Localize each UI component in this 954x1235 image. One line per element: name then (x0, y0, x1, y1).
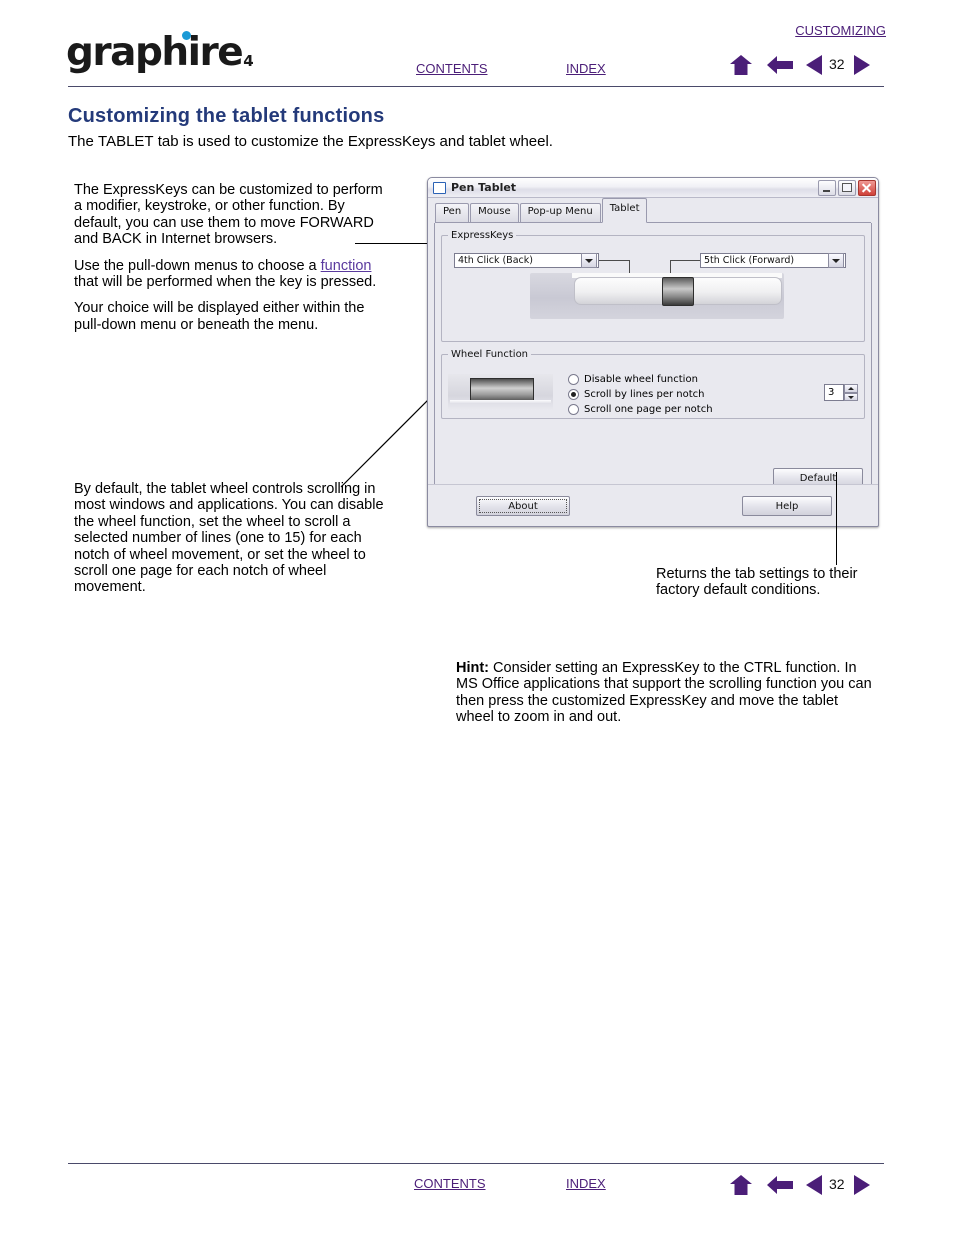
hint-label: Hint: (456, 660, 490, 676)
graphire-logo: graphire4 (66, 30, 254, 75)
next-page-icon[interactable] (854, 1175, 870, 1195)
callout-default-text: Returns the tab settings to their factor… (656, 566, 858, 599)
right-expresskey-dropdown[interactable]: 5th Click (Forward) (700, 253, 846, 268)
lines-per-notch-value[interactable]: 3 (824, 384, 844, 401)
smallcaps-ctrl: CTRL (743, 660, 782, 676)
expresskey-left-illustration (574, 277, 666, 305)
wheel-function-group: Wheel Function Disable wheel function Sc… (441, 349, 865, 419)
smallcaps-forward: FORWARD (299, 214, 374, 231)
expresskeys-legend: ExpressKeys (451, 230, 514, 241)
expresskeys-group: ExpressKeys 4th Click (Back) 5th Click (… (441, 230, 865, 342)
back-arrow-icon[interactable] (767, 55, 793, 75)
header-nav-cluster: 32 (730, 52, 880, 80)
footer-nav-cluster: 32 (730, 1172, 880, 1200)
dialog-title: Pen Tablet (451, 181, 517, 194)
left-expresskey-dropdown[interactable]: 4th Click (Back) (454, 253, 599, 268)
maximize-icon[interactable] (838, 179, 856, 196)
radio-scroll-page[interactable]: Scroll one page per notch (568, 404, 713, 415)
radio-disable-wheel[interactable]: Disable wheel function (568, 374, 698, 385)
home-icon[interactable] (730, 1175, 752, 1195)
wheel-function-legend: Wheel Function (451, 349, 529, 360)
tablet-tab-panel: ExpressKeys 4th Click (Back) 5th Click (… (434, 223, 872, 496)
tab-pen[interactable]: Pen (435, 203, 470, 222)
tab-tablet[interactable]: Tablet (601, 198, 648, 223)
logo-version: 4 (243, 52, 254, 70)
logo-wordmark: graphire (66, 30, 244, 75)
wheel-preview-lip (450, 400, 551, 404)
callout-expresskeys-p3: Your choice will be displayed either wit… (74, 300, 365, 333)
function-link[interactable]: function (321, 258, 372, 274)
connector-right-horizontal (670, 260, 700, 261)
page-subtitle: The TABLET tab is used to customize the … (68, 133, 553, 150)
footer-contents-link[interactable]: CONTENTS (414, 1176, 486, 1191)
header-divider (68, 86, 884, 87)
dialog-footer: About Help (428, 484, 878, 525)
footer-index-link[interactable]: INDEX (566, 1176, 606, 1191)
callout-default-button: Returns the tab settings to their factor… (656, 566, 896, 599)
stepper-down-icon[interactable] (844, 392, 858, 401)
previous-page-icon[interactable] (806, 55, 822, 75)
home-icon[interactable] (730, 55, 752, 75)
leader-line-default (836, 472, 837, 565)
tab-popup-menu[interactable]: Pop-up Menu (519, 203, 601, 222)
expresskey-right-illustration (690, 277, 782, 305)
chevron-down-icon[interactable] (581, 253, 597, 268)
callout-expresskeys: The ExpressKeys can be customized to per… (74, 182, 394, 333)
tab-mouse[interactable]: Mouse (470, 203, 519, 222)
connector-left-horizontal (599, 260, 630, 261)
lines-per-notch-stepper[interactable]: 3 (824, 384, 858, 401)
back-arrow-icon[interactable] (767, 1175, 793, 1195)
hint-block: Hint: Consider setting an ExpressKey to … (456, 660, 876, 726)
minimize-icon[interactable] (818, 179, 836, 196)
hint-text: Hint: Consider setting an ExpressKey to … (456, 660, 872, 726)
callout-wheel-text: By default, the tablet wheel controls sc… (74, 481, 384, 596)
callout-wheel: By default, the tablet wheel controls sc… (74, 481, 394, 596)
close-icon[interactable] (858, 179, 876, 196)
pen-tablet-dialog: Pen Tablet Pen Mouse Pop-up Menu Tablet … (427, 177, 879, 527)
leader-line-expresskeys (355, 243, 431, 244)
dialog-title-bar[interactable]: Pen Tablet (428, 178, 878, 198)
chevron-down-icon[interactable] (828, 253, 844, 268)
radio-scroll-lines[interactable]: Scroll by lines per notch (568, 389, 704, 400)
about-button[interactable]: About (476, 496, 570, 516)
header-index-link[interactable]: INDEX (566, 61, 606, 76)
window-app-icon (433, 181, 446, 194)
previous-page-icon[interactable] (806, 1175, 822, 1195)
radio-icon[interactable] (568, 374, 579, 385)
header-page-number: 32 (829, 56, 845, 72)
smallcaps-back: BACK (102, 231, 142, 248)
window-buttons (818, 179, 876, 196)
tablet-illustration (530, 273, 784, 319)
help-button[interactable]: Help (742, 496, 832, 516)
radio-icon-selected[interactable] (568, 389, 579, 400)
logo-blue-dot (182, 31, 191, 40)
radio-icon[interactable] (568, 404, 579, 415)
dialog-body: Pen Mouse Pop-up Menu Tablet ExpressKeys… (428, 198, 878, 525)
tablet-wheel-illustration (662, 277, 694, 306)
header-topic-link[interactable]: CUSTOMIZING (795, 23, 886, 38)
callout-expresskeys-p1: The ExpressKeys can be customized to per… (74, 182, 383, 248)
stepper-buttons (844, 384, 858, 401)
manual-page: graphire4 CUSTOMIZING CONTENTS INDEX 32 … (0, 0, 954, 1235)
next-page-icon[interactable] (854, 55, 870, 75)
footer-divider (68, 1163, 884, 1164)
subtitle-smallcaps: TABLET (98, 133, 154, 150)
page-title: Customizing the tablet functions (68, 105, 385, 127)
header-contents-link[interactable]: CONTENTS (416, 61, 488, 76)
callout-expresskeys-p2: Use the pull-down menus to choose a func… (74, 257, 377, 291)
dialog-tabstrip: Pen Mouse Pop-up Menu Tablet (435, 198, 871, 223)
wheel-preview-illustration (448, 374, 553, 410)
footer-page-number: 32 (829, 1176, 845, 1192)
stepper-up-icon[interactable] (844, 384, 858, 393)
